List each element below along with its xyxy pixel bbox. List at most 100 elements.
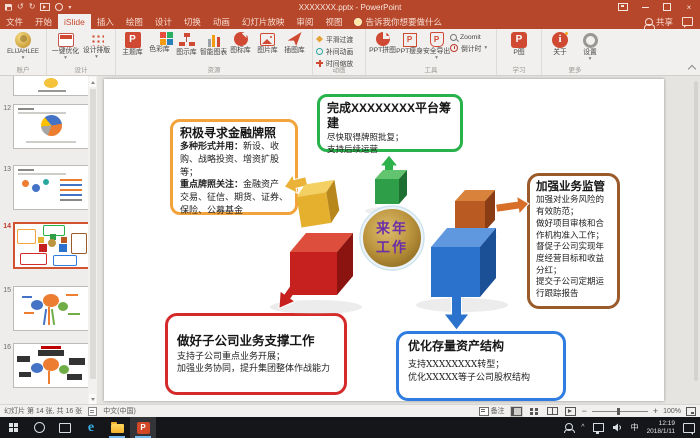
zoomit-button[interactable]: Zoomit [450,34,487,41]
share-button[interactable]: 共享 [645,16,673,28]
p-tu-button[interactable]: P图 [506,31,533,57]
start-slideshow-icon[interactable] [40,3,50,11]
tab-slideshow[interactable]: 幻灯片放映 [236,14,291,29]
zoom-slider-thumb[interactable] [617,408,620,415]
zoom-out-button[interactable]: − [582,406,587,416]
tween-animation-button[interactable]: 补间动画 [316,46,362,56]
volume-button[interactable] [612,423,623,432]
powerpoint-taskbar-button[interactable]: P [130,417,156,438]
ppt-slim-button[interactable]: PPT瘦身 [396,31,423,56]
tab-islide[interactable]: iSlide [58,14,91,29]
save-icon[interactable] [5,4,12,11]
task-view-button[interactable] [52,417,78,438]
color-library-button[interactable]: 色彩库 [146,31,173,54]
tab-transitions[interactable]: 切换 [178,14,207,29]
cortana-search-button[interactable] [26,417,52,438]
diagram-library-button[interactable]: 图示库 [173,31,200,57]
tab-animations[interactable]: 动画 [207,14,236,29]
scrollbar-thumb[interactable] [90,89,96,379]
shape-blue-box-assets[interactable]: 优化存量资产结构 支持XXXXXXXX转型； 优化XXXXX等子公司股权结构 [396,331,566,401]
one-key-optimize-button[interactable]: 一键优化 ▾ [50,31,81,61]
tab-file[interactable]: 文件 [0,14,29,29]
people-button[interactable] [565,423,573,433]
zoom-in-button[interactable]: + [653,406,658,416]
tab-view[interactable]: 视图 [319,14,348,29]
red-cube[interactable] [290,233,353,295]
slideshow-view-button[interactable] [564,406,577,417]
start-button[interactable] [0,417,26,438]
ribbon-display-options-button[interactable] [612,0,634,14]
icon-library-button[interactable]: 图标库 [227,31,254,55]
reading-view-button[interactable] [546,406,559,417]
ppt-puzzle-button[interactable]: PPT拼图 [369,31,396,55]
normal-view-button[interactable] [510,406,523,417]
smooth-transition-button[interactable]: 平滑过渡 [316,34,362,44]
orange-right-arrow[interactable] [495,195,530,217]
account-button[interactable]: ELIJAHLEE ▾ [3,31,43,61]
close-button[interactable]: × [678,0,700,14]
zoom-level[interactable]: 100% [663,408,681,415]
shape-red-box-support[interactable]: 做好子公司业务支撑工作 支持子公司重点业务开展； 加强业务协同，提升集团整体作战… [165,313,347,395]
about-button[interactable]: 关于 [545,31,575,57]
shape-brown-box-supervision[interactable]: 加强业务监管 加强对业务风险的有效防范； 做好项目审核和合作机构准入工作； 督促… [527,173,620,309]
slide-thumbnail-15[interactable]: 15 [0,286,89,331]
illustration-library-button[interactable]: 插图库 [281,31,308,55]
slide-thumbnail-16[interactable]: 16 [0,343,89,388]
language-indicator[interactable]: 中文(中国) [103,406,136,416]
ime-indicator[interactable]: 中 [631,422,639,433]
scroll-up-icon[interactable] [89,77,96,87]
redo-icon[interactable]: ↻ [29,3,36,11]
safe-export-button[interactable]: 安全导出 ▾ [423,31,450,61]
notes-button[interactable]: 备注 [479,406,505,416]
center-circle-next-year-work[interactable]: 来年 工作 [360,206,424,270]
slide-thumbnail-12[interactable]: 12 [0,104,89,149]
touch-mode-icon[interactable] [55,3,63,11]
fit-slide-icon[interactable] [686,407,696,416]
maximize-button[interactable] [656,0,678,14]
tab-review[interactable]: 审阅 [290,14,319,29]
tell-me-box[interactable]: 告诉我你想要做什么 [354,14,442,29]
collapse-ribbon-icon[interactable] [688,65,696,73]
slide-14-editing-area[interactable]: 完成XXXXXXXX平台筹建 尽快取得牌照批复； 支持后续运营 积极寻求金融牌照… [104,79,664,401]
file-explorer-button[interactable] [104,417,130,438]
tab-insert[interactable]: 插入 [91,14,120,29]
tab-draw[interactable]: 绘图 [120,14,149,29]
edge-browser-button[interactable]: e [78,417,104,438]
blue-down-arrow[interactable] [444,296,469,330]
shape-green-box-platform[interactable]: 完成XXXXXXXX平台筹建 尽快取得牌照批复； 支持后续运营 [317,94,463,152]
action-center-button[interactable] [683,423,695,433]
hidden-icons-chevron[interactable]: ^ [581,424,584,431]
canvas-scrollbar[interactable] [693,79,699,397]
thumbnail-scrollbar[interactable] [88,76,97,405]
qat-customize-icon[interactable]: ▾ [68,4,71,11]
red-down-left-arrow[interactable] [272,280,303,313]
picture-library-button[interactable]: 图片库 [254,31,281,55]
proofing-icon[interactable] [88,407,97,416]
comment-icon[interactable] [682,17,693,26]
slide-sorter-view-button[interactable] [528,406,541,417]
zoom-slider[interactable] [592,411,648,412]
theme-library-button[interactable]: 主题库 [119,31,146,57]
yellow-cube[interactable] [295,180,341,228]
green-up-arrow[interactable] [380,155,398,175]
slide-thumbnail-11[interactable] [0,76,89,96]
smart-chart-button[interactable]: 智能图表 [200,31,227,57]
clock[interactable]: 12:19 2018/1/11 [647,420,675,436]
countdown-button[interactable]: 倒计时▾ [450,43,487,53]
slide-thumbnail-13[interactable]: 13 [0,165,89,210]
slide-thumbnail-14-current[interactable]: 14 [0,222,91,269]
settings-button[interactable]: 设置 ▾ [575,31,605,62]
thumb-ornament [43,179,49,185]
design-layout-button[interactable]: 设计排版 ▾ [81,31,112,60]
tab-design[interactable]: 设计 [149,14,178,29]
green-cube[interactable] [375,170,407,204]
network-button[interactable] [593,423,604,432]
scrollbar-thumb[interactable] [694,81,698,381]
scroll-down-icon[interactable] [89,394,96,404]
tab-home[interactable]: 开始 [29,14,58,29]
minimize-button[interactable] [634,0,656,14]
orange-cube[interactable] [455,190,495,231]
blue-cube[interactable] [431,228,496,297]
shape-orange-box-licenses[interactable]: 积极寻求金融牌照 多种形式并用：新设、收购、战略投资、增资扩股等； 重点牌照关注… [170,119,298,215]
undo-icon[interactable]: ↺ [17,3,24,11]
